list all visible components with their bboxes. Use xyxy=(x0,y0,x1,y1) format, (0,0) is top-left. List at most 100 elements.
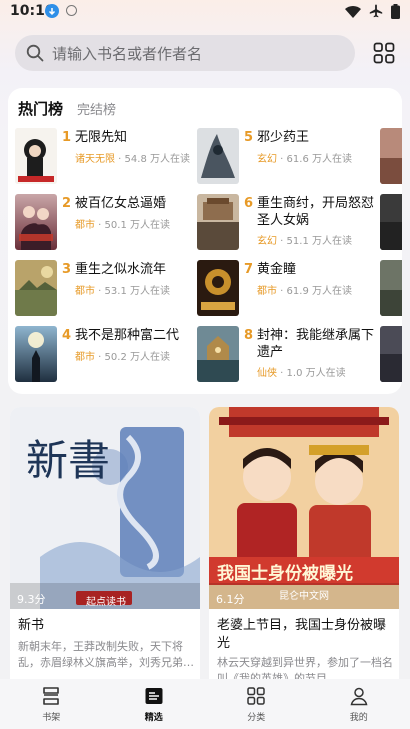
airplane-icon xyxy=(369,4,383,18)
feed-title: 老婆上节目，我国士身份被曝光 xyxy=(217,618,387,651)
book-readers: 53.1 万人在读 xyxy=(104,286,170,297)
profile-icon xyxy=(350,687,368,706)
info-icon xyxy=(66,5,77,16)
category-grid-icon xyxy=(247,687,265,705)
featured-icon xyxy=(145,688,163,704)
book-genre: 都市 xyxy=(75,352,95,363)
rank-item-5[interactable]: 5 邪少药王 玄幻 · 61.6 万人在读 xyxy=(197,128,387,184)
book-meta: 玄幻 · 61.6 万人在读 xyxy=(257,154,352,165)
feed-card-2[interactable]: 我国士身份被曝光 昆仑中文网 6.1分 老婆上节目，我国士身份被曝光 林云天穿越… xyxy=(209,407,399,692)
book-title: 黄金瞳 xyxy=(257,262,297,277)
nav-label: 书架 xyxy=(42,713,61,723)
rank-item-7[interactable]: 7 黄金瞳 都市 · 61.9 万人在读 xyxy=(197,260,387,316)
book-title: 封神：我能继承属下遗产 xyxy=(257,328,375,360)
rank-item-1[interactable]: 1 无限先知 诸天无限 · 54.8 万人在读 xyxy=(15,128,195,184)
feed-cover-title: 我国士身份被曝光 xyxy=(217,564,353,584)
feed-title: 新书 xyxy=(18,618,45,633)
book-cover xyxy=(197,128,239,184)
book-title: 重生商纣，开局怒怼圣人女娲 xyxy=(257,196,375,228)
book-meta: 都市 · 53.1 万人在读 xyxy=(75,286,170,297)
book-cover xyxy=(197,260,239,316)
search-placeholder: 请输入书名或者作者名 xyxy=(52,45,203,63)
book-readers: 54.8 万人在读 xyxy=(124,154,190,165)
book-genre: 玄幻 xyxy=(257,154,277,165)
book-genre: 都市 xyxy=(75,286,95,297)
feed-cover-title: 新書 xyxy=(26,436,111,485)
tab-completed[interactable]: 完结榜 xyxy=(77,99,116,118)
rank-item-3[interactable]: 3 重生之似水流年 都市 · 53.1 万人在读 xyxy=(15,260,195,316)
book-cover[interactable] xyxy=(380,326,402,382)
rank-item-8[interactable]: 8 封神：我能继承属下遗产 仙侠 · 1.0 万人在读 xyxy=(197,326,387,382)
feed-description: 新朝末年，王莽改制失败，天下将乱，赤眉绿林义旗高举，刘秀兄弟… xyxy=(18,640,194,669)
ranking-card: 热门榜 完结榜 1 无限先知 诸天无限 · 54.8 万人在读 2 被百亿女总逼… xyxy=(8,88,402,394)
rank-number: 4 xyxy=(62,328,72,343)
grid-menu-icon[interactable] xyxy=(373,42,395,64)
rank-number: 2 xyxy=(62,196,72,211)
search-icon xyxy=(26,44,44,62)
book-genre: 仙侠 xyxy=(257,368,277,379)
rank-number: 5 xyxy=(244,130,254,145)
book-title: 被百亿女总逼婚 xyxy=(75,196,167,211)
rank-number: 8 xyxy=(244,328,254,343)
book-readers: 61.9 万人在读 xyxy=(286,286,352,297)
book-cover[interactable] xyxy=(380,194,402,250)
status-bar: 10:10 xyxy=(0,0,410,24)
book-meta: 仙侠 · 1.0 万人在读 xyxy=(257,368,346,379)
feed-cover-brand: 昆仑中文网 xyxy=(279,591,329,602)
book-cover xyxy=(15,260,57,316)
nav-label: 我的 xyxy=(349,713,368,723)
feed-cover-brand: 起点读书 xyxy=(86,597,126,608)
book-cover[interactable] xyxy=(380,128,402,184)
search-row: 请输入书名或者作者名 xyxy=(15,35,395,71)
rank-item-6[interactable]: 6 重生商纣，开局怒怼圣人女娲 玄幻 · 51.1 万人在读 xyxy=(197,194,387,250)
book-cover xyxy=(197,326,239,382)
book-readers: 50.1 万人在读 xyxy=(104,220,170,231)
battery-icon xyxy=(391,3,400,19)
book-cover[interactable] xyxy=(380,260,402,316)
feed-cover: 我国士身份被曝光 昆仑中文网 xyxy=(209,407,399,609)
bookshelf-icon xyxy=(43,687,60,705)
book-readers: 1.0 万人在读 xyxy=(286,368,346,379)
book-readers: 61.6 万人在读 xyxy=(286,154,352,165)
nav-profile[interactable]: 我的 xyxy=(308,679,410,729)
ranking-tabs: 热门榜 完结榜 xyxy=(18,98,116,119)
book-meta: 都市 · 50.1 万人在读 xyxy=(75,220,170,231)
book-genre: 玄幻 xyxy=(257,236,277,247)
book-meta: 都市 · 50.2 万人在读 xyxy=(75,352,170,363)
download-icon xyxy=(45,4,59,18)
rank-number: 6 xyxy=(244,196,254,211)
book-title: 邪少药王 xyxy=(257,130,310,145)
book-cover xyxy=(197,194,239,250)
nav-label: 分类 xyxy=(247,713,266,723)
tab-hot[interactable]: 热门榜 xyxy=(18,98,63,119)
feed-score: 9.3分 xyxy=(17,593,46,606)
rank-item-2[interactable]: 2 被百亿女总逼婚 都市 · 50.1 万人在读 xyxy=(15,194,195,250)
wifi-icon xyxy=(345,5,361,18)
book-cover xyxy=(15,194,57,250)
book-genre: 都市 xyxy=(75,220,95,231)
book-meta: 诸天无限 · 54.8 万人在读 xyxy=(75,154,190,165)
feed-cover: 新書 起点读书 xyxy=(10,407,200,609)
search-input[interactable]: 请输入书名或者作者名 xyxy=(15,35,355,71)
book-title: 重生之似水流年 xyxy=(75,262,167,277)
book-cover xyxy=(15,326,57,382)
nav-featured[interactable]: 精选 xyxy=(103,679,206,729)
book-title: 无限先知 xyxy=(75,130,128,145)
rank-number: 7 xyxy=(244,262,254,277)
book-readers: 51.1 万人在读 xyxy=(286,236,352,247)
book-meta: 玄幻 · 51.1 万人在读 xyxy=(257,236,352,247)
book-genre: 诸天无限 xyxy=(75,154,115,165)
bottom-nav: 书架 精选 分类 我的 xyxy=(0,679,410,729)
book-meta: 都市 · 61.9 万人在读 xyxy=(257,286,352,297)
rank-number: 1 xyxy=(62,130,72,145)
book-genre: 都市 xyxy=(257,286,277,297)
rank-number: 3 xyxy=(62,262,72,277)
book-title: 我不是那种富二代 xyxy=(75,328,180,343)
nav-category[interactable]: 分类 xyxy=(205,679,308,729)
nav-bookshelf[interactable]: 书架 xyxy=(0,679,103,729)
book-readers: 50.2 万人在读 xyxy=(104,352,170,363)
feed-card-1[interactable]: 新書 起点读书 9.3分 新书 新朝末年，王莽改制失败，天下将乱，赤眉绿林义旗高… xyxy=(10,407,200,692)
feed-score: 6.1分 xyxy=(216,593,245,606)
rank-item-4[interactable]: 4 我不是那种富二代 都市 · 50.2 万人在读 xyxy=(15,326,195,382)
status-icons xyxy=(345,3,400,19)
